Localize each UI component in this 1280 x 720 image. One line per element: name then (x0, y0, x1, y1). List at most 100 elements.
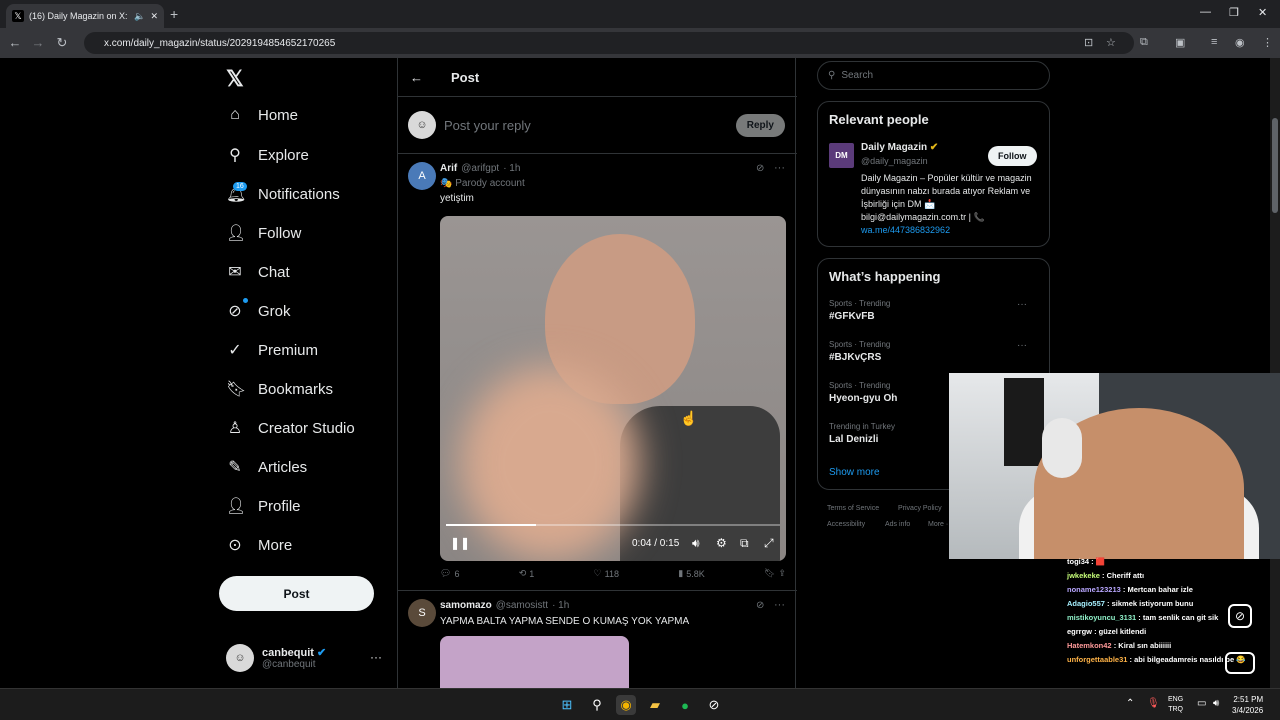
like-action[interactable]: ♡ 118 (594, 568, 619, 579)
windows-start-icon[interactable]: ⊞ (557, 695, 577, 715)
sidepanel-icon[interactable]: ▣ (1175, 36, 1185, 49)
footer-terms[interactable]: Terms of Service (827, 505, 879, 512)
share-icon[interactable]: ⇪ (778, 568, 786, 579)
trend-more-icon[interactable]: ··· (1017, 340, 1027, 351)
browser-menu-icon[interactable]: ⋮ (1262, 36, 1273, 49)
sidebar-item-more[interactable]: ⊙ More (226, 535, 292, 555)
volume-icon[interactable]: 🔊︎ (1213, 698, 1219, 709)
file-explorer-icon[interactable]: ▰ (645, 695, 665, 715)
views-action[interactable]: ▮ 5.8K (678, 568, 704, 579)
scroll-thumb[interactable] (1272, 118, 1278, 213)
sidebar-item-creator-studio[interactable]: ♙ Creator Studio (226, 418, 355, 438)
video-player[interactable]: ❚❚ 0:04 / 0:15 🔊︎ ⚙ ⧉ ⤢ (440, 216, 786, 561)
back-button[interactable]: ← (3, 35, 27, 50)
url-field[interactable]: x.com/daily_magazin/status/2029194854652… (84, 32, 1134, 54)
spotify-icon[interactable]: ● (675, 695, 695, 715)
sidebar-item-follow[interactable]: 👤︎ Follow (226, 223, 301, 243)
page-title: Post (451, 69, 480, 85)
back-arrow-icon[interactable]: ← (410, 70, 423, 85)
post-button[interactable]: Post (219, 576, 374, 611)
microphone-icon[interactable]: 🎙︎ (1147, 698, 1160, 709)
tweet-actions: 💬︎ 6 ⟲ 1 ♡ 118 ▮ 5.8K 🔖︎ ⇪ (440, 568, 786, 579)
tweet-author-name[interactable]: Arif (440, 163, 457, 174)
close-window-button[interactable]: ✕ (1258, 6, 1267, 19)
language-indicator[interactable]: ENG TRQ (1168, 695, 1183, 715)
pip-icon[interactable]: ⧉ (740, 536, 749, 551)
account-more-icon[interactable]: ··· (370, 650, 382, 664)
sidebar-item-explore[interactable]: ⚲ Explore (226, 145, 309, 165)
tray-overflow-icon[interactable]: ⌃ (1126, 698, 1134, 709)
sidebar-item-grok[interactable]: ⊘ Grok (226, 301, 290, 321)
tweet-author-name[interactable]: samomazo (440, 600, 492, 611)
grok-overlay-icon[interactable]: ⊘ (1228, 604, 1252, 628)
grok-icon[interactable]: ⊘ (756, 600, 764, 611)
reply-input[interactable]: Post your reply (444, 118, 728, 133)
person-icon: 👤︎ (226, 498, 247, 515)
reply-action[interactable]: 💬︎ 6 (440, 568, 459, 579)
person-handle[interactable]: @daily_magazin (861, 156, 928, 166)
taskbar-search-icon[interactable]: ⚲ (587, 695, 607, 715)
new-tab-button[interactable]: + (170, 6, 178, 22)
chrome-icon[interactable]: ◉ (616, 695, 636, 715)
sidebar-item-bookmarks[interactable]: 🔖︎ Bookmarks (226, 379, 333, 399)
sidebar-item-profile[interactable]: 👤︎ Profile (226, 496, 301, 516)
tweet-avatar[interactable]: S (408, 599, 436, 627)
tweet-more-icon[interactable]: ··· (774, 599, 785, 611)
tweet-time[interactable]: · 1h (552, 600, 569, 611)
show-more-link[interactable]: Show more (829, 467, 880, 478)
bookmark-action[interactable]: 🔖︎ ⇪ (764, 568, 786, 579)
sidebar-item-articles[interactable]: ✎ Articles (226, 457, 307, 477)
settings-icon[interactable]: ⚙ (716, 536, 727, 550)
network-icon[interactable]: ▭ (1197, 698, 1206, 709)
follow-button[interactable]: Follow (988, 146, 1037, 166)
pause-icon[interactable]: ❚❚ (450, 536, 470, 550)
volume-icon[interactable]: 🔊︎ (692, 536, 700, 551)
trend-item[interactable]: Sports · Trending #GFKvFB (829, 299, 1039, 322)
chat-username: jwkekeke (1067, 571, 1100, 580)
footer-accessibility[interactable]: Accessibility (827, 521, 865, 528)
sidebar-item-premium[interactable]: ✓ Premium (226, 340, 318, 360)
reply-button[interactable]: Reply (735, 113, 785, 137)
person-bio: Daily Magazin – Popüler kültür ve magazi… (861, 173, 1032, 235)
webcam-overlay (949, 373, 1280, 559)
account-switcher[interactable]: ☺ canbequit ✔ @canbequit (226, 644, 326, 672)
repost-action[interactable]: ⟲ 1 (519, 568, 535, 579)
tweet-image[interactable] (440, 636, 629, 688)
video-progress-bar[interactable] (446, 524, 780, 526)
tweet-author-handle[interactable]: @arifgpt (461, 163, 499, 174)
forward-button[interactable]: → (26, 35, 50, 50)
trend-more-icon[interactable]: ··· (1017, 299, 1027, 310)
reload-button[interactable]: ↻ (50, 35, 74, 51)
grok-icon[interactable]: ⊘ (756, 163, 764, 174)
sidebar-item-home[interactable]: ⌂ Home (226, 106, 298, 124)
extensions-icon[interactable]: ⧉ (1140, 36, 1148, 49)
tweet-author-handle[interactable]: @samosistt (496, 600, 548, 611)
fullscreen-icon[interactable]: ⤢ (764, 536, 774, 551)
minimize-button[interactable]: — (1200, 6, 1211, 18)
reply-composer: ☺ Post your reply Reply (398, 96, 797, 154)
repost-icon: ⟲ (518, 568, 527, 578)
speaker-icon[interactable]: 🔈 (134, 11, 145, 22)
clock[interactable]: 2:51 PM 3/4/2026 (1232, 694, 1263, 716)
tweet-avatar[interactable]: A (408, 162, 436, 190)
star-icon[interactable]: ☆ (1106, 36, 1116, 49)
bio-link[interactable]: wa.me/447386832962 (861, 225, 950, 235)
profile-icon[interactable]: ◉ (1235, 36, 1245, 49)
browser-tab[interactable]: 𝕏 (16) Daily Magazin on X: "M 🔈 ✕ (6, 4, 164, 28)
chat-overlay-icon[interactable] (1225, 652, 1255, 674)
trend-item[interactable]: Sports · Trending #BJKvÇRS (829, 340, 1039, 363)
search-input[interactable]: ⚲ Search (817, 61, 1050, 90)
x-logo-icon[interactable]: 𝕏 (226, 66, 244, 92)
install-icon[interactable]: ⊡ (1084, 36, 1093, 49)
footer-ads-info[interactable]: Ads info (885, 521, 910, 528)
daily-magazin-logo[interactable]: DM (829, 143, 854, 168)
tweet-time[interactable]: · 1h (503, 163, 520, 174)
media-icon[interactable]: ≡ (1211, 36, 1217, 48)
person-name[interactable]: Daily Magazin ✔ (861, 142, 938, 153)
app-icon[interactable]: ⊘ (704, 695, 724, 715)
sidebar-item-chat[interactable]: ✉ Chat (226, 262, 289, 282)
restore-button[interactable]: ❐ (1229, 6, 1239, 19)
footer-privacy[interactable]: Privacy Policy (898, 505, 942, 512)
close-tab-icon[interactable]: ✕ (150, 11, 158, 22)
tweet-more-icon[interactable]: ··· (774, 162, 785, 174)
